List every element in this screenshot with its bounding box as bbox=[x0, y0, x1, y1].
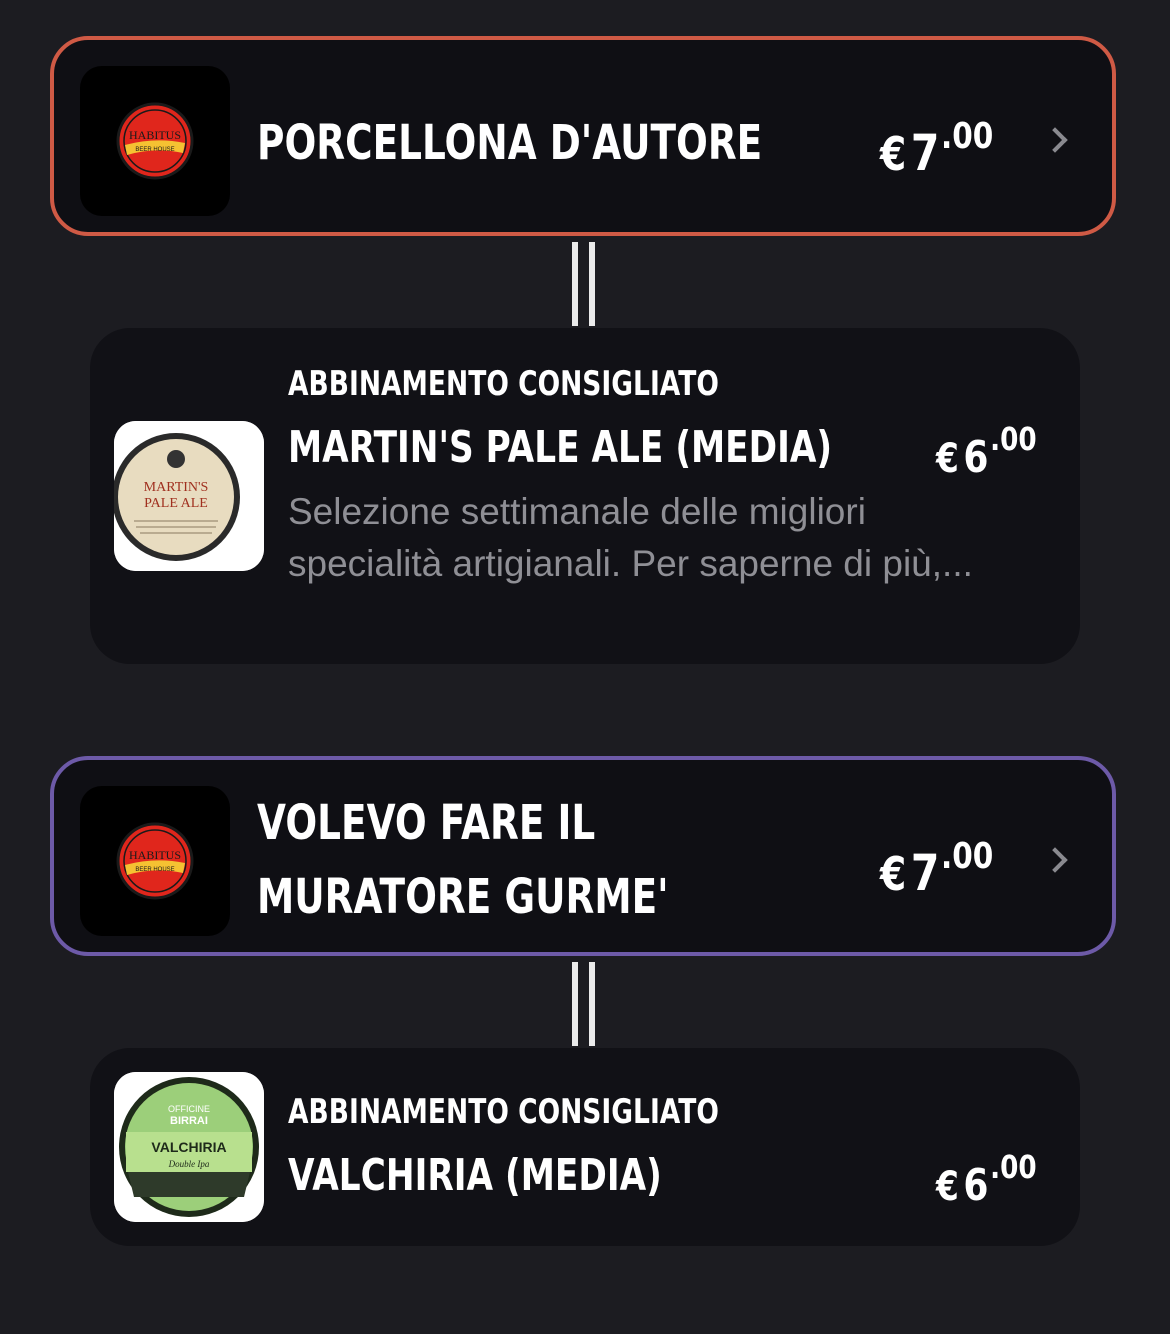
pairing-description: Selezione settimanale delle migliori spe… bbox=[288, 491, 973, 584]
pairing-connector bbox=[572, 242, 598, 326]
chevron-right-icon[interactable] bbox=[1042, 847, 1068, 873]
product-card-muratore[interactable]: HABITUS BEER HOUSE VOLEVO FARE IL MURATO… bbox=[50, 756, 1116, 956]
svg-text:MARTIN'S: MARTIN'S bbox=[144, 480, 209, 495]
pairing-price: € 6.00 bbox=[936, 1148, 1037, 1211]
product-price: € 7.00 bbox=[880, 836, 994, 902]
habitus-logo: HABITUS BEER HOUSE bbox=[80, 786, 230, 936]
svg-text:VALCHIRIA: VALCHIRIA bbox=[151, 1139, 226, 1155]
pairing-label: ABBINAMENTO CONSIGLIATO bbox=[288, 364, 719, 404]
svg-text:Double Ipa: Double Ipa bbox=[168, 1159, 210, 1169]
pairing-connector bbox=[572, 962, 598, 1046]
svg-text:HABITUS: HABITUS bbox=[129, 848, 181, 862]
valchiria-beer-label-image: OFFICINE BIRRAI VALCHIRIA Double Ipa bbox=[114, 1072, 264, 1222]
habitus-logo: HABITUS BEER HOUSE bbox=[80, 66, 230, 216]
svg-text:OFFICINE: OFFICINE bbox=[168, 1104, 210, 1114]
svg-text:BEER HOUSE: BEER HOUSE bbox=[135, 147, 174, 153]
pairing-card-martins[interactable]: ABBINAMENTO CONSIGLIATO MARTIN'S PALE AL… bbox=[90, 328, 1080, 664]
svg-text:BEER HOUSE: BEER HOUSE bbox=[135, 867, 174, 873]
pairing-label: ABBINAMENTO CONSIGLIATO bbox=[288, 1092, 719, 1132]
pairing-price: € 6.00 bbox=[936, 420, 1037, 483]
svg-text:PALE ALE: PALE ALE bbox=[144, 496, 208, 511]
pairing-card-valchiria[interactable]: ABBINAMENTO CONSIGLIATO VALCHIRIA (MEDIA… bbox=[90, 1048, 1080, 1246]
product-title-line-2: MURATORE GURME' bbox=[257, 869, 669, 925]
pairing-name: VALCHIRIA (MEDIA) bbox=[288, 1150, 662, 1201]
product-card-porcellona[interactable]: HABITUS BEER HOUSE PORCELLONA D'AUTORE €… bbox=[50, 36, 1116, 236]
pairing-name: MARTIN'S PALE ALE (MEDIA) bbox=[288, 422, 833, 473]
martins-beer-label-image: MARTIN'S PALE ALE bbox=[114, 421, 264, 571]
product-title-line-1: VOLEVO FARE IL bbox=[257, 795, 596, 851]
svg-text:BIRRAI: BIRRAI bbox=[170, 1115, 208, 1127]
product-title: PORCELLONA D'AUTORE bbox=[257, 115, 763, 171]
product-price: € 7.00 bbox=[880, 116, 994, 182]
svg-text:HABITUS: HABITUS bbox=[129, 128, 181, 142]
chevron-right-icon[interactable] bbox=[1042, 127, 1068, 153]
